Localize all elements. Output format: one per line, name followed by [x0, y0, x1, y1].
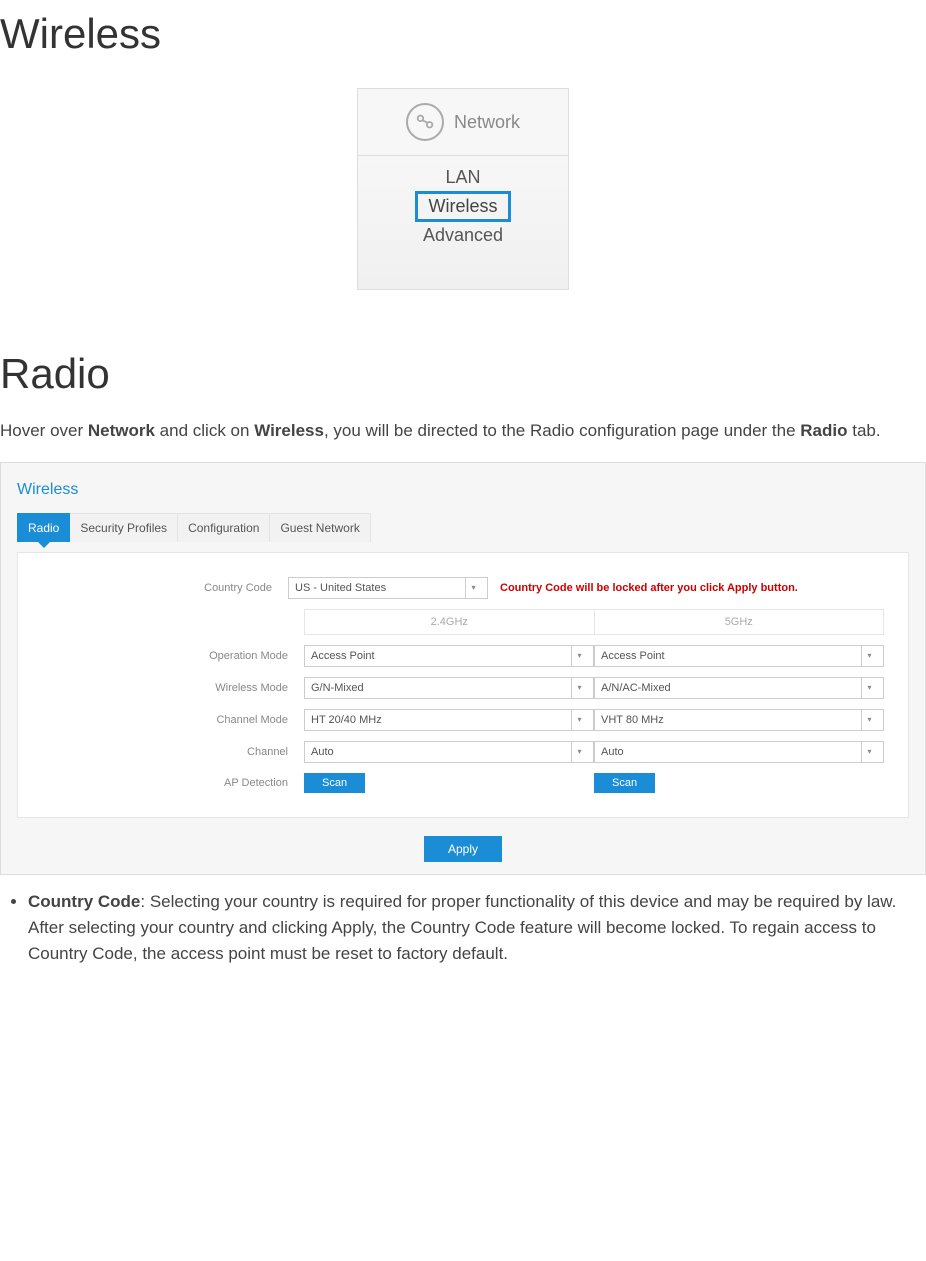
- apply-button[interactable]: Apply: [424, 836, 502, 862]
- nav-header-label: Network: [454, 112, 520, 133]
- page-title: Wireless: [0, 10, 926, 58]
- chevron-down-icon: ▾: [571, 678, 587, 698]
- select-channel-mode-24[interactable]: HT 20/40 MHz ▾: [304, 709, 594, 731]
- intro-text: and click on: [155, 421, 254, 440]
- select-value: VHT 80 MHz: [601, 714, 664, 726]
- panel-body: Country Code US - United States ▾ Countr…: [17, 552, 909, 818]
- chevron-down-icon: ▾: [571, 646, 587, 666]
- network-icon: [406, 103, 444, 141]
- scan-button-5[interactable]: Scan: [594, 773, 655, 793]
- select-value: Access Point: [311, 650, 375, 662]
- band-header-24ghz: 2.4GHz: [304, 609, 595, 635]
- intro-bold-wireless: Wireless: [254, 421, 324, 440]
- select-value: Auto: [311, 746, 334, 758]
- panel-title: Wireless: [17, 475, 909, 513]
- chevron-down-icon: ▾: [861, 646, 877, 666]
- chevron-down-icon: ▾: [571, 742, 587, 762]
- tab-configuration[interactable]: Configuration: [178, 513, 270, 542]
- select-value: HT 20/40 MHz: [311, 714, 382, 726]
- select-value: A/N/AC-Mixed: [601, 682, 671, 694]
- select-value: Access Point: [601, 650, 665, 662]
- intro-paragraph: Hover over Network and click on Wireless…: [0, 418, 926, 444]
- nav-item-wireless[interactable]: Wireless: [415, 191, 510, 222]
- label-ap-detection: AP Detection: [42, 777, 304, 789]
- intro-text: Hover over: [0, 421, 88, 440]
- label-operation-mode: Operation Mode: [42, 650, 304, 662]
- label-channel: Channel: [42, 746, 304, 758]
- nav-header: Network: [358, 89, 568, 156]
- select-value: G/N-Mixed: [311, 682, 364, 694]
- select-country-code[interactable]: US - United States ▾: [288, 577, 488, 599]
- tab-bar: Radio Security Profiles Configuration Gu…: [17, 513, 909, 542]
- band-header-5ghz: 5GHz: [595, 609, 885, 635]
- country-code-warning: Country Code will be locked after you cl…: [500, 582, 798, 594]
- label-channel-mode: Channel Mode: [42, 714, 304, 726]
- select-wireless-mode-5[interactable]: A/N/AC-Mixed ▾: [594, 677, 884, 699]
- intro-text: tab.: [848, 421, 881, 440]
- nav-item-advanced[interactable]: Advanced: [358, 222, 568, 249]
- select-channel-24[interactable]: Auto ▾: [304, 741, 594, 763]
- select-operation-mode-24[interactable]: Access Point ▾: [304, 645, 594, 667]
- tab-security-profiles[interactable]: Security Profiles: [70, 513, 178, 542]
- chevron-down-icon: ▾: [861, 742, 877, 762]
- select-value: US - United States: [295, 582, 386, 594]
- nav-item-lan[interactable]: LAN: [358, 164, 568, 191]
- nav-items: LAN Wireless Advanced: [358, 156, 568, 289]
- select-operation-mode-5[interactable]: Access Point ▾: [594, 645, 884, 667]
- intro-bold-radio: Radio: [800, 421, 847, 440]
- select-channel-mode-5[interactable]: VHT 80 MHz ▾: [594, 709, 884, 731]
- nav-screenshot: Network LAN Wireless Advanced: [357, 88, 569, 290]
- wireless-panel-screenshot: Wireless Radio Security Profiles Configu…: [0, 462, 926, 875]
- tab-radio[interactable]: Radio: [17, 513, 70, 542]
- select-wireless-mode-24[interactable]: G/N-Mixed ▾: [304, 677, 594, 699]
- label-country-code: Country Code: [42, 582, 288, 594]
- select-channel-5[interactable]: Auto ▾: [594, 741, 884, 763]
- intro-text: , you will be directed to the Radio conf…: [324, 421, 800, 440]
- label-wireless-mode: Wireless Mode: [42, 682, 304, 694]
- chevron-down-icon: ▾: [861, 710, 877, 730]
- bullet-desc: : Selecting your country is required for…: [28, 892, 896, 964]
- description-list: Country Code: Selecting your country is …: [6, 889, 926, 968]
- intro-bold-network: Network: [88, 421, 155, 440]
- chevron-down-icon: ▾: [571, 710, 587, 730]
- section-title-radio: Radio: [0, 350, 926, 398]
- tab-guest-network[interactable]: Guest Network: [270, 513, 370, 542]
- bullet-term: Country Code: [28, 892, 140, 911]
- chevron-down-icon: ▾: [465, 578, 481, 598]
- select-value: Auto: [601, 746, 624, 758]
- chevron-down-icon: ▾: [861, 678, 877, 698]
- list-item-country-code: Country Code: Selecting your country is …: [28, 889, 926, 968]
- scan-button-24[interactable]: Scan: [304, 773, 365, 793]
